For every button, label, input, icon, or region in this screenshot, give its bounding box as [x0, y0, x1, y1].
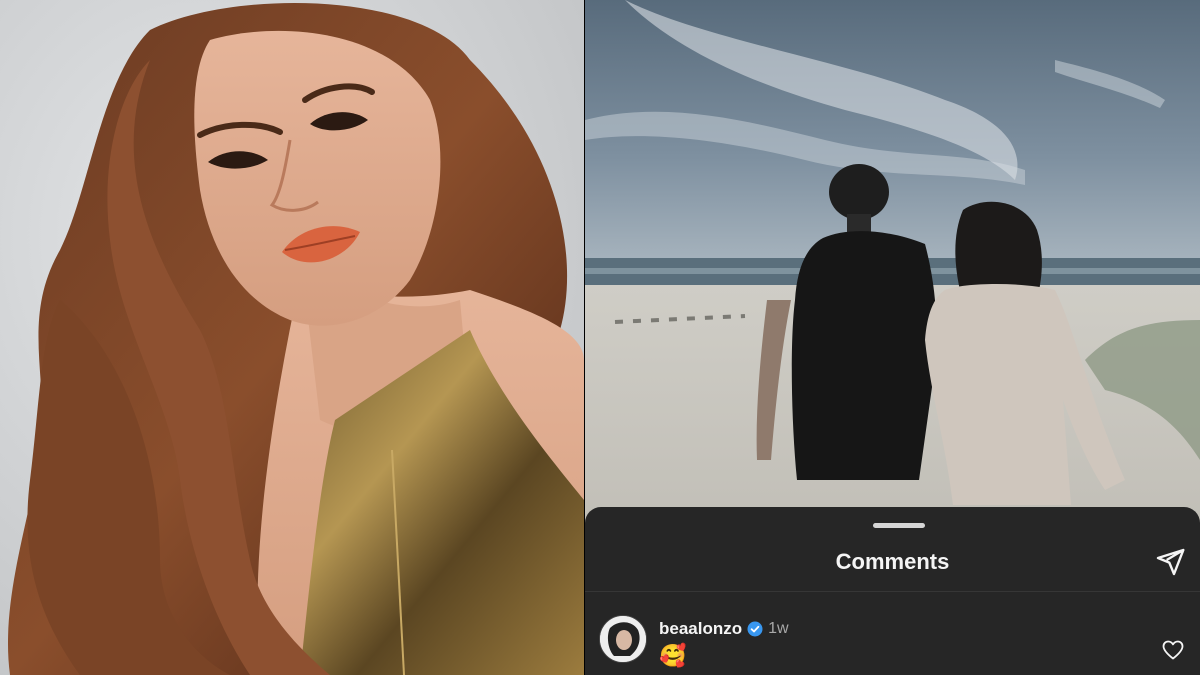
- comment-item: beaalonzo 1w 🥰: [599, 611, 1200, 675]
- avatar[interactable]: [599, 615, 647, 663]
- share-button[interactable]: [1152, 544, 1188, 580]
- verified-badge-icon: [747, 621, 763, 637]
- sheet-title: Comments: [835, 549, 950, 574]
- comment-text: 🥰: [659, 643, 687, 668]
- avatar-image: [600, 616, 646, 662]
- comment-username[interactable]: beaalonzo: [659, 619, 742, 639]
- sheet-divider: [585, 591, 1200, 592]
- sheet-drag-handle[interactable]: [873, 523, 925, 528]
- like-button[interactable]: [1160, 637, 1186, 663]
- portrait-illustration: [0, 0, 584, 675]
- heart-outline-icon: [1162, 640, 1184, 660]
- comment-age: 1w: [768, 620, 789, 637]
- paper-plane-icon: [1156, 548, 1185, 576]
- portrait-photo: [0, 0, 584, 675]
- comment-header: beaalonzo 1w: [659, 619, 789, 639]
- comments-sheet: Comments beaalonzo 1w 🥰: [585, 507, 1200, 675]
